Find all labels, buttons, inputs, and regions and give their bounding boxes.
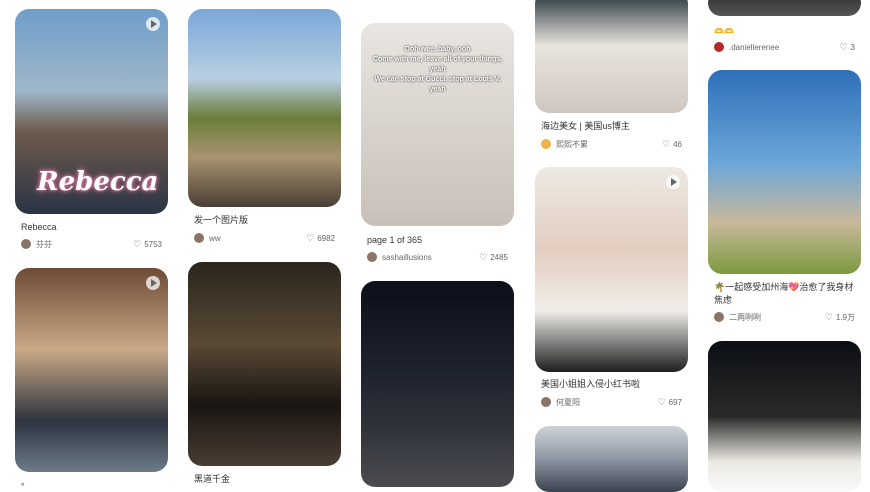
post-meta: 芬芬 ♡ 5753	[21, 237, 162, 251]
avatar[interactable]	[194, 233, 204, 243]
post-card-palms[interactable]: 发一个图片版 ww ♡ 6982	[188, 9, 341, 249]
avatar[interactable]	[541, 397, 551, 407]
like-button[interactable]: ♡ 3	[839, 42, 855, 52]
like-count: 3	[850, 42, 855, 52]
post-meta: ww ♡ 6982	[194, 231, 335, 245]
post-card-beach[interactable]: 🌴一起感受加州海💖治愈了我身材焦虑 二两咧咧 ♡ 1.9万	[708, 70, 861, 328]
post-title[interactable]: 海边美女 | 美国us博主	[541, 120, 682, 133]
like-count: 5753	[144, 239, 162, 249]
heart-icon[interactable]: ♡	[306, 233, 314, 243]
post-meta: 二两咧咧 ♡ 1.9万	[714, 310, 855, 324]
avatar[interactable]	[541, 139, 551, 149]
like-button[interactable]: ♡ 1.9万	[825, 312, 855, 323]
post-image[interactable]: Ooh-wee, baby, ooh Come with me, leave a…	[361, 23, 514, 226]
post-title[interactable]: page 1 of 365	[367, 234, 508, 247]
post-image[interactable]	[535, 426, 688, 492]
play-icon	[146, 276, 160, 290]
post-title[interactable]: 发一个图片版	[194, 214, 335, 227]
caption-emoji: 🫶🫶	[714, 27, 734, 36]
image-overlay-text: Ooh-wee, baby, ooh Come with me, leave a…	[372, 46, 503, 93]
post-card-blonde[interactable]: 。	[15, 268, 168, 492]
author-name[interactable]: 熙熙不累	[556, 139, 662, 150]
post-title[interactable]: 黑道千金	[194, 473, 335, 486]
image-watermark: Rebecca	[37, 167, 159, 197]
post-meta: sashaillusions ♡ 2485	[367, 250, 508, 264]
post-card-ceiling[interactable]	[535, 426, 688, 492]
post-meta: 熙熙不累 ♡ 46	[541, 137, 682, 151]
post-image[interactable]	[188, 262, 341, 466]
like-count: 697	[668, 397, 682, 407]
post-title[interactable]: 美国小姐姐入侵小红书啦	[541, 378, 682, 391]
play-icon	[146, 17, 160, 31]
like-count: 1.9万	[835, 312, 855, 322]
heart-icon[interactable]: ♡	[658, 397, 666, 407]
like-button[interactable]: ♡ 697	[658, 397, 682, 407]
author-name[interactable]: 芬芬	[36, 239, 133, 250]
post-image[interactable]	[708, 341, 861, 492]
heart-icon[interactable]: ♡	[479, 252, 487, 262]
author-name[interactable]: sashaillusions	[382, 253, 479, 262]
like-button[interactable]: ♡ 2485	[479, 252, 508, 262]
post-title[interactable]: 。	[21, 476, 162, 489]
post-image[interactable]	[188, 9, 341, 207]
heart-icon[interactable]: ♡	[839, 42, 847, 52]
post-card-dark[interactable]	[708, 341, 861, 492]
post-image[interactable]	[535, 167, 688, 372]
author-name[interactable]: ww	[209, 234, 306, 243]
post-card-top5[interactable]: 🫶🫶 .daniellerenee ♡ 3	[708, 0, 861, 54]
post-image[interactable]	[708, 0, 861, 16]
avatar[interactable]	[714, 42, 724, 52]
heart-icon[interactable]: ♡	[133, 239, 141, 249]
avatar[interactable]	[367, 252, 377, 262]
avatar[interactable]	[714, 312, 724, 322]
like-count: 6982	[317, 233, 335, 243]
post-card-cafe[interactable]: 黑道千金	[188, 262, 341, 492]
author-name[interactable]: .daniellerenee	[729, 43, 839, 52]
post-card-dress[interactable]: 海边美女 | 美国us博主 熙熙不累 ♡ 46	[535, 0, 688, 156]
avatar[interactable]	[21, 239, 31, 249]
post-meta: .daniellerenee ♡ 3	[714, 40, 855, 54]
post-image[interactable]: Rebecca	[15, 9, 168, 214]
post-title[interactable]: 🌴一起感受加州海💖治愈了我身材焦虑	[714, 281, 855, 307]
post-card-rebecca[interactable]: Rebecca Rebecca 芬芬 ♡ 5753	[15, 9, 168, 257]
play-icon	[666, 175, 680, 189]
post-image[interactable]	[535, 0, 688, 113]
post-meta: 何夏阳 ♡ 697	[541, 395, 682, 409]
heart-icon[interactable]: ♡	[825, 312, 833, 322]
like-count: 2485	[490, 252, 508, 262]
like-button[interactable]: ♡ 5753	[133, 239, 162, 249]
post-image[interactable]	[15, 268, 168, 472]
like-count: 46	[673, 139, 682, 149]
like-button[interactable]: ♡ 6982	[306, 233, 335, 243]
author-name[interactable]: 何夏阳	[556, 397, 658, 408]
post-card-night[interactable]	[361, 281, 514, 492]
post-title[interactable]: Rebecca	[21, 221, 162, 234]
post-card-white-top[interactable]: 美国小姐姐入侵小红书啦 何夏阳 ♡ 697	[535, 167, 688, 413]
like-button[interactable]: ♡ 46	[662, 139, 682, 149]
author-name[interactable]: 二两咧咧	[729, 312, 825, 323]
post-image[interactable]	[708, 70, 861, 274]
post-card-mirror[interactable]: Ooh-wee, baby, ooh Come with me, leave a…	[361, 23, 514, 267]
post-image[interactable]	[361, 281, 514, 487]
heart-icon[interactable]: ♡	[662, 139, 670, 149]
